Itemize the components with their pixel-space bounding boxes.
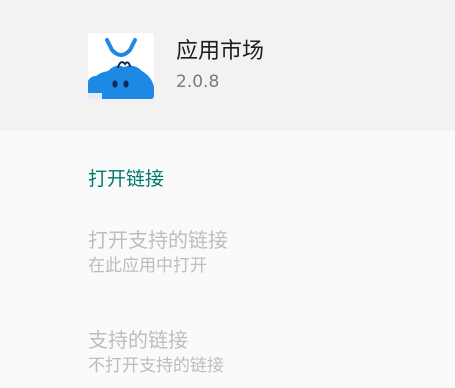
section-title-open-links: 打开链接 <box>88 168 165 190</box>
supported-links-preference[interactable]: 支持的链接 不打开支持的链接 <box>88 326 428 378</box>
preference-summary: 不打开支持的链接 <box>88 356 224 376</box>
app-name: 应用市场 <box>176 39 265 64</box>
preference-summary: 在此应用中打开 <box>88 256 207 276</box>
app-version: 2.0.8 <box>176 72 220 92</box>
open-supported-links-preference[interactable]: 打开支持的链接 在此应用中打开 <box>88 226 428 278</box>
app-store-bag-icon <box>88 33 154 99</box>
app-header: 应用市场 2.0.8 <box>0 0 455 131</box>
preference-title: 支持的链接 <box>88 328 188 352</box>
preference-title: 打开支持的链接 <box>88 228 228 252</box>
